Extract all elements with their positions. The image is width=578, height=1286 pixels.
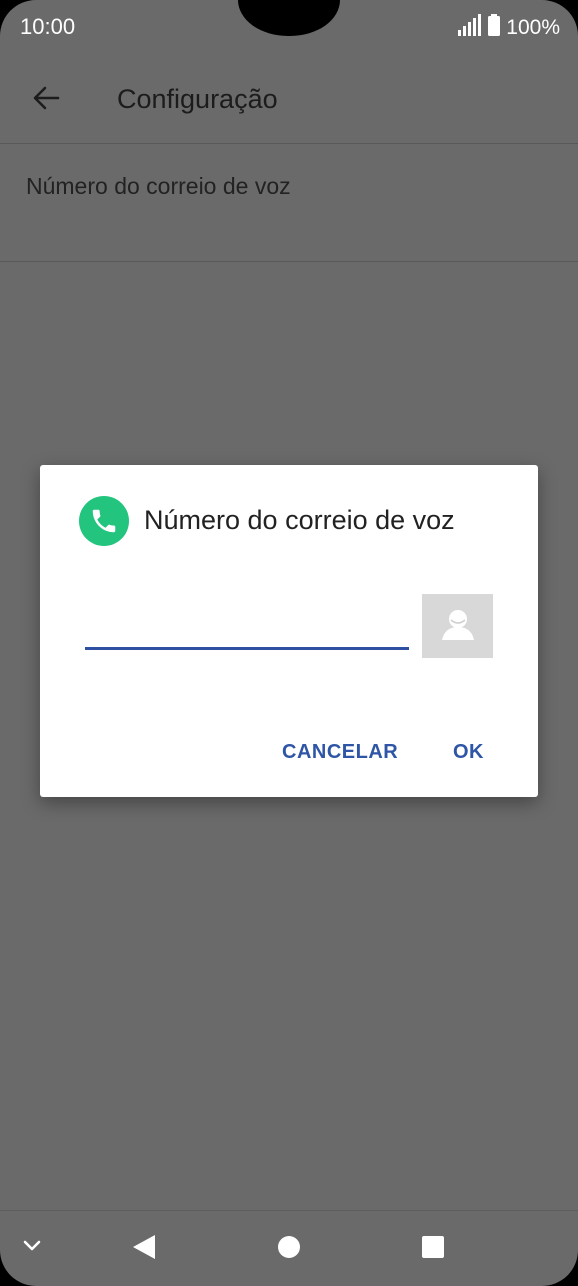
cancel-button[interactable]: CANCELAR (282, 741, 398, 764)
home-circle-icon (276, 1234, 302, 1265)
chevron-down-icon (20, 1233, 44, 1262)
signal-icon (458, 14, 482, 42)
voicemail-number-setting[interactable]: Número do correio de voz (26, 173, 291, 200)
arrow-left-icon (32, 84, 60, 117)
divider (0, 261, 578, 262)
divider (0, 143, 578, 144)
ok-button[interactable]: OK (453, 741, 484, 764)
status-time: 10:00 (20, 14, 76, 39)
contact-picker-button[interactable] (422, 594, 493, 658)
phone-icon (79, 496, 129, 546)
back-triangle-icon (131, 1233, 157, 1266)
back-button[interactable] (28, 82, 64, 118)
status-bar: 10:00 100% (0, 0, 578, 54)
contact-picker-icon (440, 606, 476, 647)
nav-back-button[interactable] (128, 1233, 160, 1265)
phone-screen: 10:00 100% Configuração Número do correi… (0, 0, 578, 1286)
voicemail-number-dialog: Número do correio de voz CANCELAR OK (40, 465, 538, 797)
nav-collapse-button[interactable] (18, 1233, 46, 1261)
voicemail-number-input[interactable] (85, 603, 409, 650)
nav-home-button[interactable] (273, 1233, 305, 1265)
app-bar: Configuração (0, 54, 578, 142)
nav-recents-button[interactable] (417, 1233, 449, 1265)
battery-icon (488, 14, 501, 42)
page-title: Configuração (117, 84, 278, 114)
status-right: 100% (458, 14, 560, 42)
recents-square-icon (420, 1234, 446, 1265)
dialog-title: Número do correio de voz (144, 505, 455, 535)
navigation-bar (0, 1210, 578, 1286)
battery-percent: 100% (506, 16, 560, 39)
